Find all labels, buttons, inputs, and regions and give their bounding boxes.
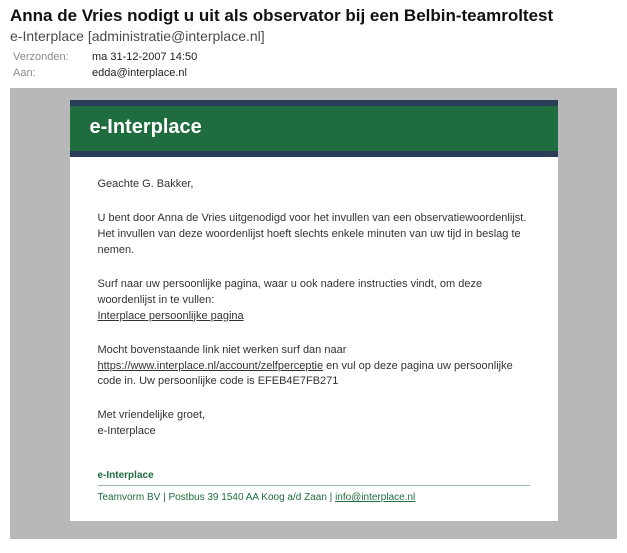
meta-to-label: Aan: <box>12 66 89 80</box>
panel-header: e-Interplace <box>70 100 558 157</box>
meta-sent-value: ma 31-12-2007 14:50 <box>91 50 198 64</box>
alt-url-link[interactable]: https://www.interplace.nl/account/zelfpe… <box>98 360 324 372</box>
body-paragraph-1: U bent door Anna de Vries uitgenodigd vo… <box>98 211 530 259</box>
panel-footer: e-Interplace Teamvorm BV | Postbus 39 15… <box>70 464 558 521</box>
email-body-area: e-Interplace Geachte G. Bakker, U bent d… <box>10 88 617 539</box>
salutation: Geachte G. Bakker, <box>98 177 530 193</box>
body-paragraph-3: Mocht bovenstaande link niet werken surf… <box>98 343 530 391</box>
meta-sent-label: Verzonden: <box>12 50 89 64</box>
email-meta: Verzonden: ma 31-12-2007 14:50 Aan: edda… <box>10 48 200 82</box>
email-from: e-Interplace [administratie@interplace.n… <box>10 28 617 44</box>
content-panel: e-Interplace Geachte G. Bakker, U bent d… <box>70 100 558 521</box>
email-subject: Anna de Vries nodigt u uit als observato… <box>10 6 617 26</box>
closing: Met vriendelijke groet, e-Interplace <box>98 408 530 440</box>
body-paragraph-2: Surf naar uw persoonlijke pagina, waar u… <box>98 277 530 325</box>
personal-page-link[interactable]: Interplace persoonlijke pagina <box>98 310 244 322</box>
footer-mail-link[interactable]: info@interplace.nl <box>335 492 415 503</box>
footer-line: Teamvorm BV | Postbus 39 1540 AA Koog a/… <box>98 492 530 503</box>
meta-to-value: edda@interplace.nl <box>91 66 198 80</box>
footer-brand: e-Interplace <box>98 470 530 486</box>
